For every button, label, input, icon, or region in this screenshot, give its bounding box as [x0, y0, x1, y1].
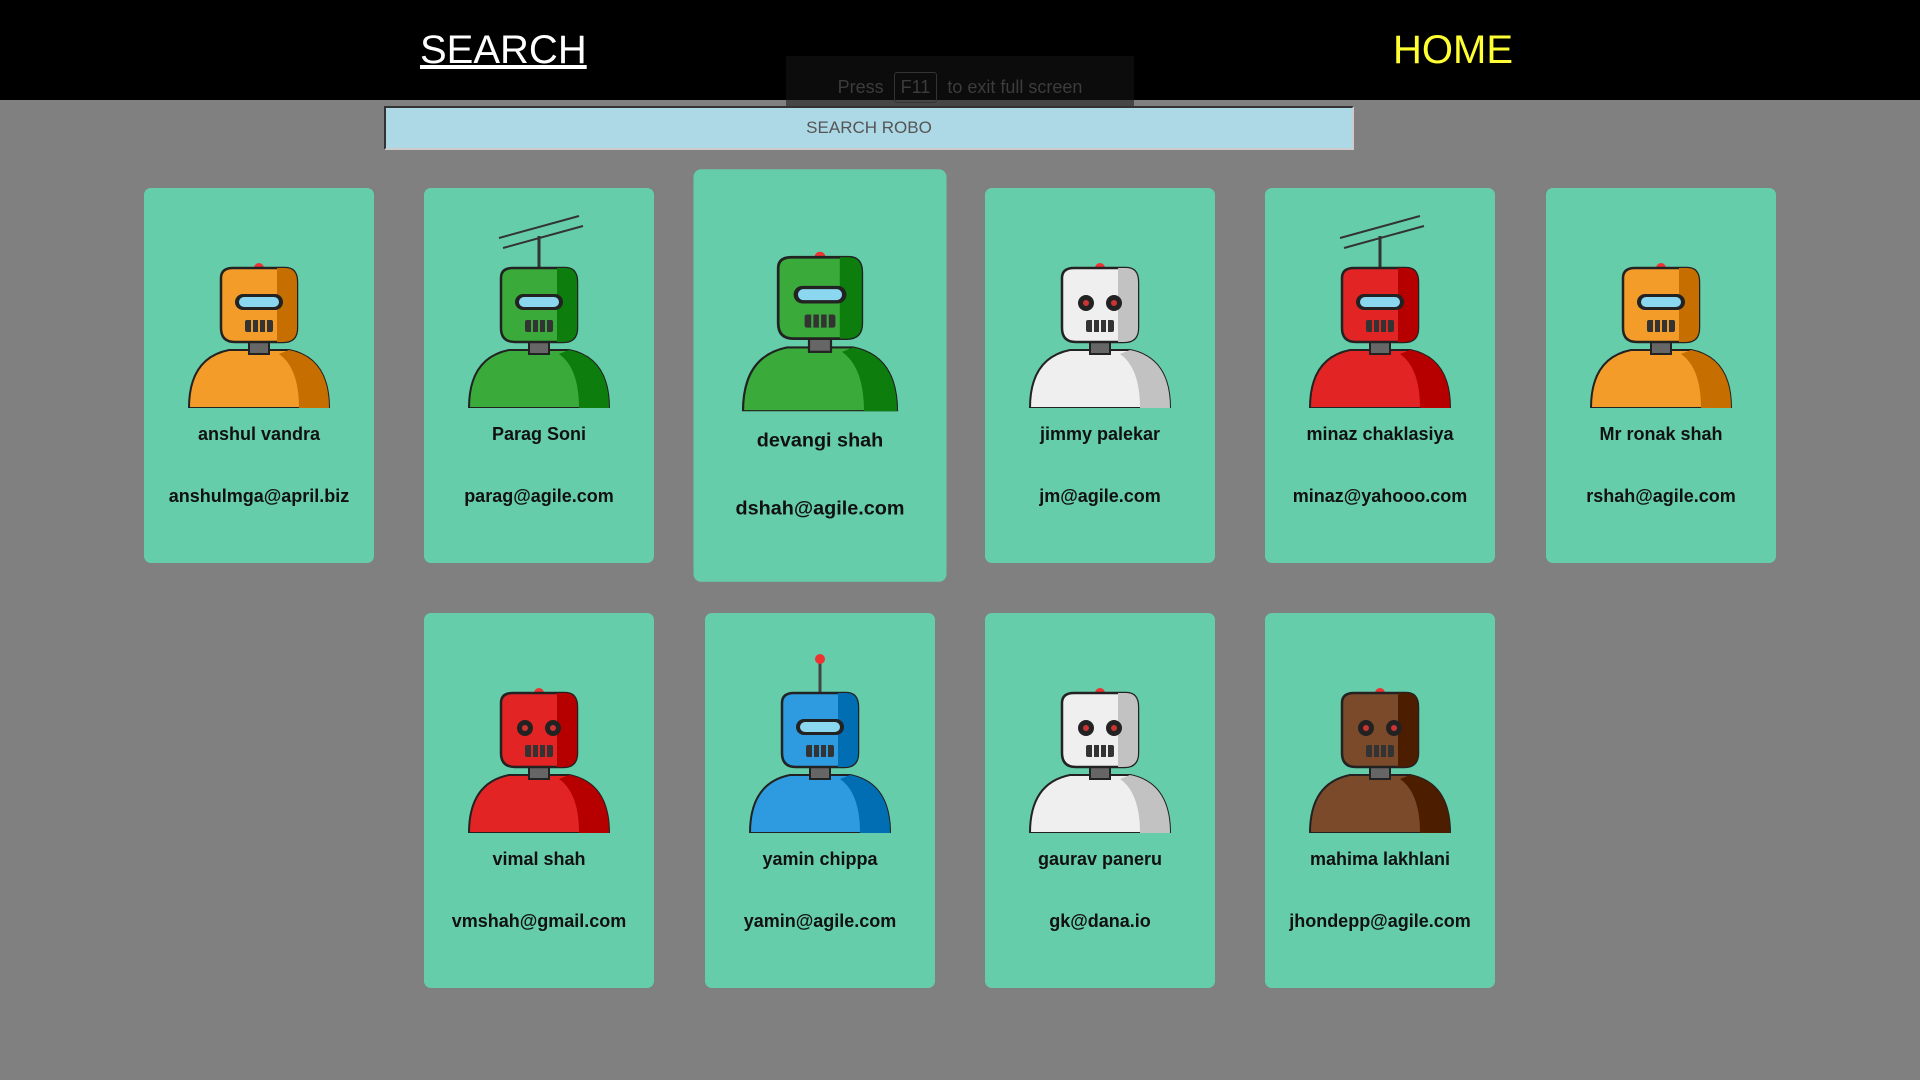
fullscreen-notice-key: F11	[893, 71, 938, 103]
robot-email: jm@agile.com	[1039, 486, 1161, 506]
white-small-robot-icon	[1000, 633, 1200, 833]
red-can-robot-icon	[439, 633, 639, 833]
robot-email: dshah@agile.com	[735, 497, 905, 520]
green-antenna-robot-icon	[439, 208, 639, 408]
nav-home-link[interactable]: HOME	[1393, 26, 1513, 74]
robot-email: gk@dana.io	[1049, 911, 1151, 931]
robot-email: anshulmga@april.biz	[168, 486, 350, 506]
robot-email: jhondepp@agile.com	[1289, 911, 1471, 931]
robot-name: yamin chippa	[762, 849, 878, 869]
robot-name: vimal shah	[492, 849, 586, 869]
fullscreen-notice-text-after: to exit full screen	[947, 76, 1083, 97]
robot-card[interactable]: anshul vandra anshulmga@april.biz	[144, 188, 374, 563]
robot-email: minaz@yahooo.com	[1292, 486, 1468, 506]
robot-card[interactable]: Parag Soni parag@agile.com	[424, 188, 654, 563]
robot-card-hovered[interactable]: devangi shah dshah@agile.com	[693, 169, 947, 582]
blue-robot-icon	[720, 633, 920, 833]
robot-card[interactable]: Mr ronak shah rshah@agile.com	[1546, 188, 1776, 563]
robot-card[interactable]: gaurav paneru gk@dana.io	[985, 613, 1215, 988]
search-robo-input[interactable]	[384, 106, 1354, 150]
robot-name: Parag Soni	[491, 424, 587, 444]
orange-shield-robot-icon	[1561, 208, 1761, 408]
red-antenna-robot-icon	[1280, 208, 1480, 408]
robot-card[interactable]: mahima lakhlani jhondepp@agile.com	[1265, 613, 1495, 988]
robot-card[interactable]: minaz chaklasiya minaz@yahooo.com	[1265, 188, 1495, 563]
robot-email: vmshah@gmail.com	[451, 911, 627, 931]
robot-email: parag@agile.com	[464, 486, 614, 506]
robot-name: Mr ronak shah	[1599, 424, 1723, 444]
robot-card[interactable]: vimal shah vmshah@gmail.com	[424, 613, 654, 988]
nav-search-link[interactable]: SEARCH	[420, 26, 587, 74]
robot-card[interactable]: jimmy palekar jm@agile.com	[985, 188, 1215, 563]
fullscreen-notice-text-before: Press	[837, 76, 884, 97]
robot-name: mahima lakhlani	[1309, 849, 1451, 869]
robot-email: yamin@agile.com	[743, 911, 897, 931]
robot-name: minaz chaklasiya	[1306, 424, 1454, 444]
white-robot-icon	[1000, 208, 1200, 408]
orange-robot-icon	[159, 208, 359, 408]
robot-name: anshul vandra	[197, 424, 321, 444]
robot-card[interactable]: yamin chippa yamin@agile.com	[705, 613, 935, 988]
brown-robot-icon	[1280, 633, 1480, 833]
robot-name: gaurav paneru	[1037, 849, 1163, 869]
green-robot-icon	[710, 191, 930, 412]
robot-email: rshah@agile.com	[1586, 486, 1736, 506]
robot-name: jimmy palekar	[1039, 424, 1161, 444]
robot-name: devangi shah	[756, 428, 884, 451]
